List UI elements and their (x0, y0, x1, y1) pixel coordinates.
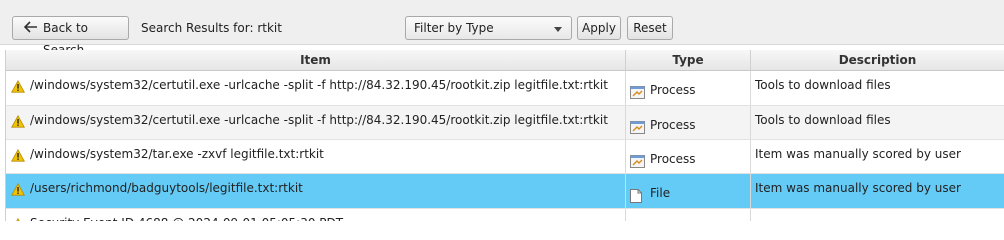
type-text: Process (650, 118, 696, 132)
description-cell: Tools to download files (751, 71, 1004, 105)
warning-icon (11, 182, 25, 199)
type-text: File (650, 186, 671, 200)
results-table: Item Type Description /windows/system32/… (5, 50, 1004, 221)
description-text: Tools to download files (755, 78, 891, 92)
item-cell: /users/richmond/badguytools/legitfile.tx… (6, 174, 626, 208)
table-row[interactable]: /windows/system32/certutil.exe -urlcache… (6, 106, 1004, 140)
type-cell: Process (626, 71, 751, 105)
type-cell: Process (626, 140, 751, 173)
type-cell: File (626, 174, 751, 208)
table-row[interactable]: /users/richmond/badguytools/legitfile.tx… (6, 174, 1004, 209)
table-row[interactable]: /windows/system32/certutil.exe -urlcache… (6, 71, 1004, 106)
arrow-left-icon (24, 21, 37, 33)
type-cell: Process (626, 106, 751, 139)
table-row[interactable]: Security Event ID 4688 @ 2024-09-01 05:0… (6, 209, 1004, 221)
description-text: Item was manually scored by user (755, 147, 961, 161)
back-to-search-button[interactable]: Back to Search (12, 16, 129, 57)
type-text: Process (650, 83, 696, 97)
table-row[interactable]: /windows/system32/tar.exe -zxvf legitfil… (6, 140, 1004, 174)
process-icon (630, 86, 645, 102)
item-cell: /windows/system32/certutil.exe -urlcache… (6, 106, 626, 139)
chevron-down-icon (554, 27, 562, 32)
description-cell: Item was manually scored by user (751, 140, 1004, 173)
column-header-type[interactable]: Type (626, 50, 751, 70)
search-results-label: Search Results for: rtkit (141, 21, 282, 35)
apply-button[interactable]: Apply (577, 16, 621, 40)
table-header: Item Type Description (6, 50, 1004, 71)
warning-icon (11, 148, 25, 165)
item-text: /windows/system32/certutil.exe -urlcache… (30, 113, 608, 127)
description-cell (751, 209, 1004, 221)
description-cell: Tools to download files (751, 106, 1004, 139)
column-header-description[interactable]: Description (751, 50, 1004, 70)
reset-button[interactable]: Reset (627, 16, 673, 40)
description-cell: Item was manually scored by user (751, 174, 1004, 208)
item-text: /users/richmond/badguytools/legitfile.tx… (30, 181, 303, 195)
warning-icon (11, 114, 25, 131)
item-cell: /windows/system32/tar.exe -zxvf legitfil… (6, 140, 626, 173)
description-text: Item was manually scored by user (755, 181, 961, 195)
item-text: /windows/system32/certutil.exe -urlcache… (30, 78, 608, 92)
toolbar: Back to Search Search Results for: rtkit… (0, 0, 1004, 57)
filter-by-type-value: Filter by Type (414, 21, 494, 35)
warning-icon (11, 79, 25, 96)
process-icon (630, 155, 645, 171)
type-text: Process (650, 152, 696, 166)
type-cell (626, 209, 751, 221)
filter-by-type-dropdown[interactable]: Filter by Type (405, 16, 572, 40)
item-cell: Security Event ID 4688 @ 2024-09-01 05:0… (6, 209, 626, 221)
description-text: Tools to download files (755, 113, 891, 127)
item-text: Security Event ID 4688 @ 2024-09-01 05:0… (30, 216, 343, 221)
item-cell: /windows/system32/certutil.exe -urlcache… (6, 71, 626, 105)
process-icon (630, 121, 645, 137)
warning-icon (11, 217, 25, 221)
file-icon (630, 189, 642, 206)
item-text: /windows/system32/tar.exe -zxvf legitfil… (30, 147, 324, 161)
column-header-item[interactable]: Item (6, 50, 626, 70)
